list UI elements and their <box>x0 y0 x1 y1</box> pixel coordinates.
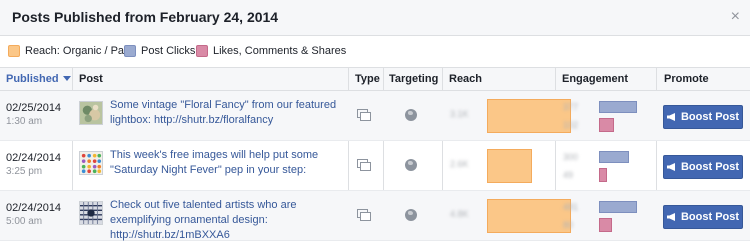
clicks-bar <box>599 101 637 113</box>
reach-bar <box>487 99 571 133</box>
boost-post-button[interactable]: Boost Post <box>663 105 743 129</box>
post-date: 02/25/2014 <box>6 102 62 114</box>
table-row: 02/25/2014 1:30 am Some vintage "Floral … <box>0 91 750 141</box>
clicks-value: 300 <box>563 152 579 162</box>
post-time: 1:30 am <box>6 116 43 127</box>
column-engagement: Engagement <box>562 73 629 85</box>
boost-post-button[interactable]: Boost Post <box>663 205 743 229</box>
legend-clicks-swatch <box>124 45 136 57</box>
table-row: 02/24/2014 5:00 am Check out five talent… <box>0 191 750 241</box>
legend-reach: Reach: Organic / Paid <box>8 45 133 57</box>
column-published-label: Published <box>6 73 59 85</box>
reach-value: 3.1K <box>450 109 469 119</box>
boost-post-label: Boost Post <box>680 161 740 173</box>
column-promote: Promote <box>664 73 709 85</box>
dialog-header: Posts Published from February 24, 2014 × <box>0 0 750 36</box>
globe-icon <box>405 109 417 121</box>
post-thumbnail[interactable] <box>79 151 103 175</box>
legend-likes-label: Likes, Comments & Shares <box>213 45 347 57</box>
boost-post-button[interactable]: Boost Post <box>663 155 743 179</box>
link-type-icon <box>357 209 371 221</box>
legend-likes: Likes, Comments & Shares <box>196 45 346 57</box>
clicks-bar <box>599 201 637 213</box>
link-type-icon <box>357 159 371 171</box>
boost-post-label: Boost Post <box>680 111 740 123</box>
legend-clicks: Post Clicks <box>124 45 195 57</box>
reach-value: 2.6K <box>450 159 469 169</box>
post-time: 5:00 am <box>6 216 43 227</box>
clicks-value: 481 <box>563 202 579 212</box>
legend-reach-label: Reach: Organic / Paid <box>25 45 133 57</box>
boost-post-label: Boost Post <box>680 211 740 223</box>
post-date: 02/24/2014 <box>6 202 62 214</box>
post-date: 02/24/2014 <box>6 152 62 164</box>
likes-bar <box>599 118 614 132</box>
sort-caret-icon <box>62 76 71 81</box>
globe-icon <box>405 209 417 221</box>
column-type: Type <box>355 73 380 85</box>
globe-icon <box>405 159 417 171</box>
reach-bar <box>487 199 571 233</box>
reach-bar <box>487 149 532 183</box>
post-link[interactable]: This week's free images will help put so… <box>110 148 342 178</box>
legend-clicks-label: Post Clicks <box>141 45 196 57</box>
column-post: Post <box>79 73 103 85</box>
column-targeting: Targeting <box>389 73 439 85</box>
table-header: Published Post Type Targeting Reach Enga… <box>0 67 750 91</box>
post-thumbnail[interactable] <box>79 101 103 125</box>
likes-value: 102 <box>563 120 579 130</box>
link-type-icon <box>357 109 371 121</box>
post-link[interactable]: Check out five talented artists who are … <box>110 198 342 243</box>
table-row: 02/24/2014 3:25 pm This week's free imag… <box>0 141 750 191</box>
column-published[interactable]: Published <box>6 73 71 85</box>
reach-value: 4.8K <box>450 209 469 219</box>
post-link[interactable]: Some vintage "Floral Fancy" from our fea… <box>110 98 342 128</box>
legend-likes-swatch <box>196 45 208 57</box>
likes-bar <box>599 168 607 182</box>
megaphone-icon <box>666 163 675 171</box>
clicks-value: 377 <box>563 102 579 112</box>
megaphone-icon <box>666 113 675 121</box>
likes-bar <box>599 218 612 232</box>
close-icon[interactable]: × <box>731 8 740 26</box>
clicks-bar <box>599 151 629 163</box>
legend-reach-swatch <box>8 45 20 57</box>
post-thumbnail[interactable] <box>79 201 103 225</box>
likes-value: 49 <box>563 170 574 180</box>
megaphone-icon <box>666 213 675 221</box>
dialog-title: Posts Published from February 24, 2014 <box>12 9 279 25</box>
likes-value: 80 <box>563 220 574 230</box>
column-reach: Reach <box>449 73 483 85</box>
chart-legend: Reach: Organic / Paid Post Clicks Likes,… <box>0 37 750 65</box>
post-time: 3:25 pm <box>6 166 43 177</box>
